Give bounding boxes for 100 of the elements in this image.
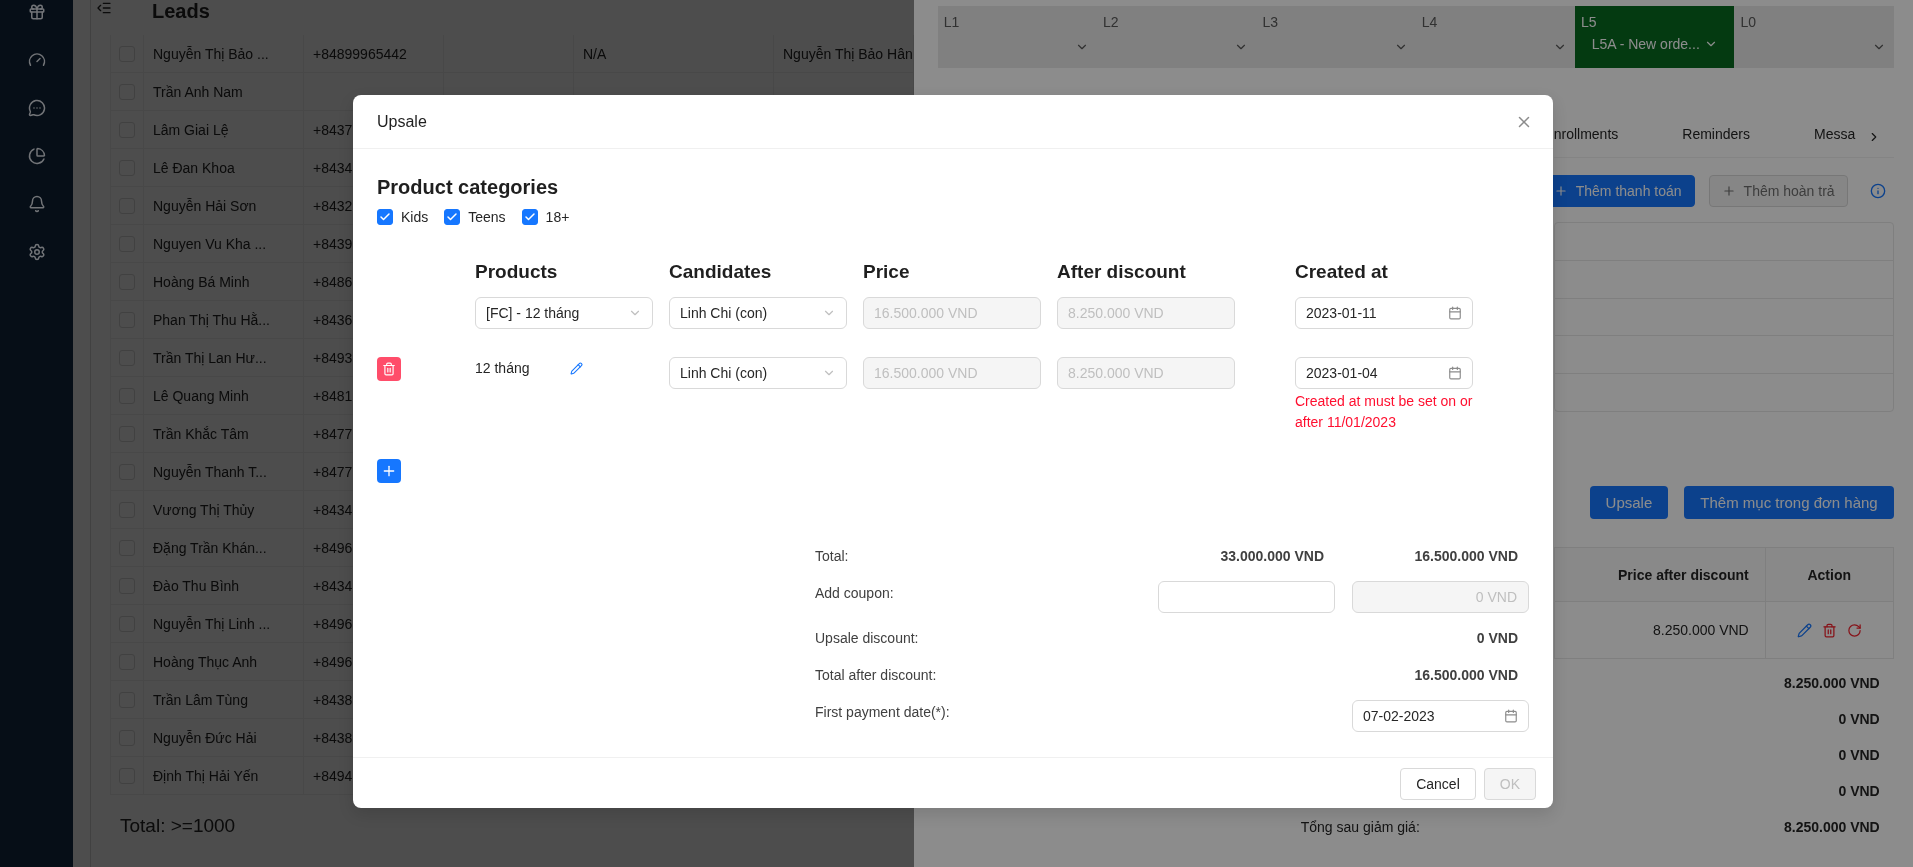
page-title: Leads bbox=[152, 0, 210, 22]
phone-number: +8434 bbox=[313, 577, 353, 594]
phone-number: +8434 bbox=[313, 159, 353, 176]
plus-icon bbox=[381, 463, 397, 479]
lead-name: Trần Anh Nam bbox=[153, 83, 243, 100]
stage-step[interactable]: L3 bbox=[1256, 6, 1416, 68]
tab[interactable]: Messa bbox=[1814, 126, 1856, 142]
date-field[interactable]: 2023-01-11 bbox=[1295, 297, 1473, 329]
lead-name: Hoàng Bá Minh bbox=[153, 273, 250, 290]
stage-step[interactable]: L2 bbox=[1097, 6, 1257, 68]
category-label: Kids bbox=[401, 209, 429, 225]
lead-name: Phan Thị Thu Hằ... bbox=[153, 311, 270, 328]
table-cell: 8.250.000 VND bbox=[1653, 622, 1749, 638]
check-icon bbox=[446, 211, 459, 223]
summary-label: Tổng sau giảm giá: bbox=[1300, 819, 1420, 835]
action-button[interactable]: Upsale bbox=[1589, 486, 1669, 519]
date-field[interactable]: 07-02-2023 bbox=[1352, 700, 1529, 732]
column-header: Price bbox=[863, 260, 911, 284]
table-cell: Nguyễn Thị Bảo Hân bbox=[783, 45, 913, 62]
gauge-icon[interactable] bbox=[27, 51, 46, 69]
lead-name: Lâm Giai Lệ bbox=[153, 121, 229, 138]
phone-number: +8496 bbox=[313, 615, 353, 632]
delete-icon[interactable] bbox=[1821, 622, 1837, 638]
edit-icon[interactable] bbox=[1796, 622, 1812, 638]
phone-number: +8436 bbox=[313, 311, 353, 328]
category-checkbox[interactable] bbox=[377, 209, 393, 225]
lead-name: Vương Thị Thủy bbox=[153, 501, 255, 518]
phone-number: +8432 bbox=[313, 197, 353, 214]
add-button[interactable] bbox=[377, 459, 401, 483]
dialog-title: Upsale bbox=[377, 112, 427, 131]
chat-icon[interactable] bbox=[27, 99, 46, 117]
stage-step[interactable]: L4 bbox=[1415, 6, 1576, 68]
action-button[interactable]: Thêm mục trong đơn hàng bbox=[1684, 486, 1894, 519]
product-name: 12 tháng bbox=[475, 360, 530, 376]
lead-name: Lê Đan Khoa bbox=[153, 159, 235, 176]
phone-number: +8493 bbox=[313, 349, 353, 366]
category-checkbox[interactable] bbox=[444, 209, 461, 225]
section-title: Product categories bbox=[377, 175, 560, 200]
phone-number: +8496 bbox=[313, 653, 353, 670]
summary-label: First payment date(*): bbox=[815, 703, 951, 722]
phone-number: +8494 bbox=[313, 767, 353, 784]
lead-name: Hoàng Thục Anh bbox=[153, 653, 258, 670]
coupon-field[interactable] bbox=[1158, 581, 1335, 613]
stage-step[interactable]: L1 bbox=[937, 6, 1098, 68]
date-field[interactable]: 2023-01-04 bbox=[1295, 357, 1473, 389]
summary-value: 0 VND bbox=[1838, 783, 1880, 799]
tab[interactable]: nrollments bbox=[1553, 126, 1619, 142]
delete-button[interactable] bbox=[377, 357, 401, 381]
summary-value: 16.500.000 VND bbox=[1413, 547, 1519, 566]
category-label: Teens bbox=[468, 209, 506, 225]
lead-name: Nguyễn Đức Hải bbox=[153, 729, 257, 746]
total-count: Total: >=1000 bbox=[119, 814, 237, 837]
summary-label: Total: bbox=[815, 547, 850, 566]
lead-name: Nguyễn Thanh T... bbox=[153, 463, 267, 480]
lead-name: Trần Lâm Tùng bbox=[153, 691, 248, 708]
refresh-icon[interactable] bbox=[1846, 622, 1862, 638]
settings-icon[interactable] bbox=[27, 243, 46, 261]
category-label: 18+ bbox=[545, 209, 570, 225]
summary-value: 0 VND bbox=[1838, 747, 1880, 763]
product-select[interactable]: [FC] - 12 tháng bbox=[475, 297, 653, 329]
candidate-select[interactable]: Linh Chi (con) bbox=[669, 357, 847, 389]
summary-label: Total after discount: bbox=[815, 666, 938, 685]
trash-icon bbox=[382, 362, 396, 376]
phone-number: +8486 bbox=[313, 273, 353, 290]
pie-chart-icon[interactable] bbox=[27, 147, 46, 165]
tab[interactable]: Reminders bbox=[1682, 126, 1750, 142]
menu-icon[interactable] bbox=[96, 0, 112, 16]
check-icon bbox=[523, 211, 536, 223]
phone-number: +8439 bbox=[313, 235, 353, 252]
gift-icon[interactable] bbox=[27, 3, 46, 21]
plus-icon bbox=[1721, 184, 1736, 198]
summary-value: 8.250.000 VND bbox=[1784, 819, 1880, 835]
category-checkbox[interactable] bbox=[521, 209, 538, 225]
lead-name: Đào Thu Bình bbox=[153, 577, 240, 594]
calendar-icon bbox=[1448, 306, 1462, 320]
stage-step[interactable]: L0 bbox=[1734, 6, 1894, 68]
column-header: After discount bbox=[1057, 260, 1187, 284]
check-icon bbox=[379, 211, 391, 223]
calendar-icon bbox=[1448, 366, 1462, 380]
edit-icon[interactable] bbox=[569, 361, 583, 375]
summary-value: 16.500.000 VND bbox=[1413, 666, 1519, 685]
phone-number: +8481 bbox=[313, 387, 353, 404]
lead-name: Định Thị Hải Yến bbox=[153, 767, 259, 784]
calendar-icon bbox=[1504, 709, 1518, 723]
stage-step[interactable]: L5 L5A - New orde... bbox=[1575, 6, 1735, 68]
summary-value: 0 VND bbox=[1838, 711, 1880, 727]
phone-number: +8438 bbox=[313, 729, 353, 746]
summary-value: 8.250.000 VND bbox=[1784, 675, 1880, 691]
candidate-select[interactable]: Linh Chi (con) bbox=[669, 297, 847, 329]
phone-number: +8477 bbox=[313, 425, 353, 442]
phone-number: +8434 bbox=[313, 501, 353, 518]
dialog-button[interactable]: Cancel bbox=[1400, 768, 1476, 800]
lead-name: Đặng Trần Khán... bbox=[153, 539, 267, 556]
lead-name: Trần Khắc Tâm bbox=[153, 425, 249, 442]
phone-number: +8496 bbox=[313, 539, 353, 556]
column-header: Candidates bbox=[669, 260, 773, 284]
phone-number: +8437 bbox=[313, 121, 353, 138]
bell-icon[interactable] bbox=[27, 195, 46, 213]
info-icon[interactable] bbox=[1869, 183, 1886, 199]
phone-number: +84899965442 bbox=[313, 45, 407, 62]
